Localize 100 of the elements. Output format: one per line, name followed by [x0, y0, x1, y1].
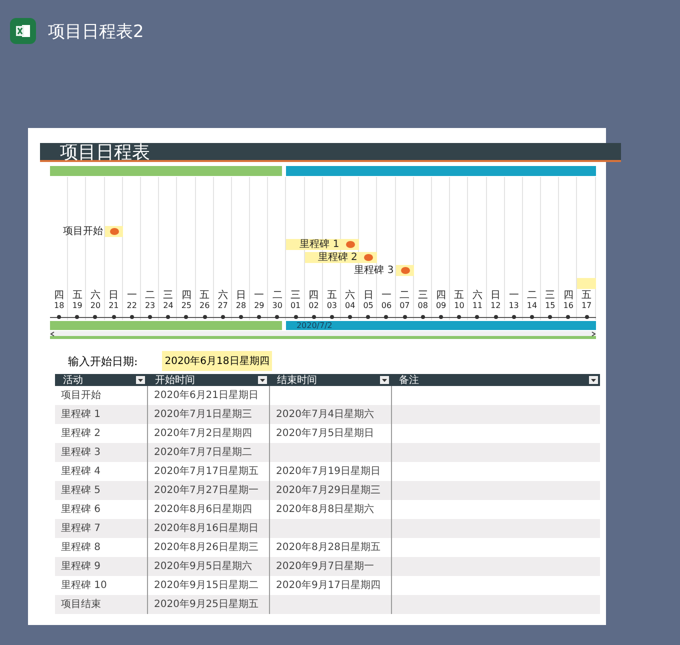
day-number: 24 — [163, 301, 174, 311]
day-number: 23 — [144, 301, 156, 311]
axis-dot-icon — [439, 315, 444, 319]
axis-dot-icon — [93, 315, 98, 319]
axis-dot-icon — [75, 315, 80, 319]
day-number: 17 — [581, 301, 592, 311]
milestone-dot-icon — [110, 228, 119, 235]
weekday-label: 三 — [163, 291, 174, 301]
spreadsheet-app-icon — [10, 18, 36, 44]
day-number: 02 — [308, 301, 319, 311]
axis-dot-icon — [512, 315, 516, 319]
milestone-dot-icon — [400, 267, 410, 274]
axis-dot-icon — [184, 315, 188, 319]
weekday-label: 三 — [545, 291, 556, 301]
scroll-left-icon[interactable] — [50, 330, 56, 336]
axis-dot-icon — [548, 315, 552, 319]
weekday-label: 三 — [290, 291, 301, 301]
table-cell: 里程碑 3 — [55, 443, 147, 462]
filter-dropdown-icon[interactable] — [589, 376, 598, 384]
weekday-label: 五 — [326, 291, 337, 301]
axis-dot-icon — [130, 315, 134, 319]
column-title: 开始时间 — [155, 374, 195, 387]
axis-dot-icon — [402, 315, 407, 319]
milestone-bar — [577, 278, 596, 289]
weekday-label: 一 — [381, 291, 392, 301]
axis-dot-icon — [584, 315, 589, 319]
axis-dot-icon — [530, 315, 534, 319]
axis-dot-icon — [420, 315, 425, 319]
day-number: 16 — [563, 301, 574, 311]
start-date-field[interactable]: 2020年6月18日星期四 — [162, 351, 272, 371]
axis-dot-icon — [166, 315, 170, 319]
weekday-label: 五 — [72, 291, 82, 301]
axis-dot-icon — [275, 315, 280, 319]
weekday-label: 日 — [108, 291, 119, 301]
day-number: 11 — [472, 301, 482, 311]
weekday-label: 四 — [308, 291, 319, 301]
weekday-label: 一 — [126, 291, 137, 301]
day-number: 28 — [236, 301, 246, 311]
axis-dot-icon — [202, 315, 207, 319]
milestone-dot-icon — [364, 254, 374, 261]
weekday-label: 四 — [181, 291, 192, 301]
filter-dropdown-icon[interactable] — [258, 376, 267, 384]
weekday-label: 四 — [563, 291, 574, 301]
table-cell: 2020年7月7日星期二 — [147, 443, 269, 462]
start-date-label: 输入开始日期: — [68, 354, 138, 368]
day-number: 09 — [436, 301, 446, 311]
weekday-label: 一 — [254, 291, 264, 301]
axis-dot-icon — [494, 315, 498, 319]
axis-dot-icon — [330, 315, 334, 319]
weekday-label: 六 — [90, 291, 100, 301]
axis-dot-icon — [220, 315, 225, 319]
day-number: 25 — [181, 301, 192, 311]
axis-dot-icon — [348, 315, 352, 319]
weekday-label: 二 — [526, 291, 537, 301]
day-number: 01 — [290, 301, 301, 311]
weekday-label: 六 — [218, 291, 228, 301]
day-number: 26 — [200, 301, 210, 311]
horizontal-scrollbar[interactable] — [50, 331, 596, 339]
day-number: 03 — [326, 301, 337, 311]
day-number: 21 — [108, 301, 119, 311]
axis-dot-icon — [457, 315, 462, 319]
weekday-label: 六 — [345, 291, 356, 301]
milestone-dot-icon — [346, 241, 356, 248]
table-cell: 里程碑 9 — [55, 557, 147, 576]
weekday-label: 六 — [472, 291, 482, 301]
table-cell: 里程碑 1 — [55, 405, 147, 424]
weekday-label: 四 — [436, 291, 446, 301]
app-title: 项目日程表2 — [48, 20, 144, 42]
table-cell: 2020年7月29日星期三 — [269, 481, 391, 500]
weekday-label: 五 — [582, 291, 592, 301]
filter-dropdown-icon[interactable] — [136, 376, 145, 384]
weekday-label: 三 — [418, 291, 428, 301]
axis-dot-icon — [238, 315, 243, 319]
day-number: 15 — [545, 301, 556, 311]
column-title: 结束时间 — [277, 374, 317, 387]
table-cell: 2020年9月5日星期六 — [147, 557, 269, 576]
table-cell: 2020年8月16日星期日 — [147, 519, 269, 538]
axis-dot-icon — [566, 315, 570, 319]
table-cell: 里程碑 7 — [55, 519, 147, 538]
scroll-right-icon[interactable] — [590, 330, 596, 336]
column-title: 活动 — [63, 374, 83, 387]
day-number: 29 — [254, 301, 264, 311]
period-bar: 2020/7/2 — [286, 321, 596, 330]
axis-dot-icon — [148, 315, 152, 319]
milestone-label: 项目开始 — [62, 226, 104, 237]
weekday-label: 二 — [272, 291, 282, 301]
weekday-label: 一 — [508, 291, 519, 301]
day-number: 10 — [454, 301, 464, 311]
weekday-label: 二 — [145, 291, 156, 301]
day-number: 13 — [508, 301, 519, 311]
day-number: 08 — [418, 301, 428, 311]
day-number: 18 — [54, 301, 64, 311]
filter-dropdown-icon[interactable] — [380, 376, 389, 384]
day-number: 07 — [400, 301, 410, 311]
day-number: 27 — [218, 301, 228, 311]
day-number: 22 — [126, 301, 137, 311]
weekday-label: 四 — [54, 291, 64, 301]
axis-dot-icon — [257, 315, 262, 319]
day-number: 06 — [381, 301, 392, 311]
axis-dot-icon — [366, 315, 370, 319]
